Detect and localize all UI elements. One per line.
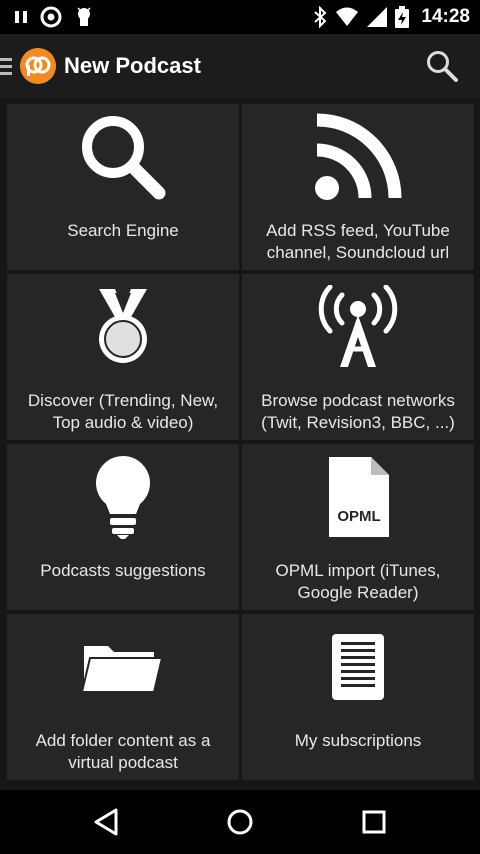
- home-button[interactable]: [220, 802, 260, 842]
- tile-label: Podcasts suggestions: [40, 561, 206, 580]
- podcast-addict-logo[interactable]: [20, 48, 56, 84]
- tile-label: Browse podcast networks (Twit, Revision3…: [261, 391, 455, 432]
- status-time: 14:28: [421, 6, 470, 27]
- tile-browse-networks[interactable]: Browse podcast networks (Twit, Revision3…: [242, 274, 474, 440]
- hamburger-menu-icon[interactable]: [0, 58, 12, 76]
- antenna-tower-icon: [318, 285, 398, 367]
- signal-icon: [367, 7, 388, 27]
- tile-add-rss-feed[interactable]: Add RSS feed, YouTube channel, Soundclou…: [242, 104, 474, 270]
- magnifier-icon: [82, 116, 166, 200]
- tile-label: Add RSS feed, YouTube channel, Soundclou…: [266, 221, 450, 262]
- back-button[interactable]: [86, 802, 126, 842]
- new-podcast-options-grid: Search Engine Add RSS feed, YouTube chan…: [0, 98, 480, 790]
- back-icon: [94, 808, 118, 836]
- app-bar: New Podcast: [0, 34, 480, 98]
- bluetooth-icon: [314, 6, 327, 28]
- opml-file-icon: OPML: [329, 457, 389, 537]
- home-icon: [227, 809, 253, 835]
- tile-label: Discover (Trending, New, Top audio & vid…: [27, 391, 219, 432]
- medal-icon: [99, 289, 147, 363]
- tile-opml-import[interactable]: OPML OPML import (iTunes, Google Reader): [242, 444, 474, 610]
- search-icon[interactable]: [424, 48, 460, 84]
- recents-button[interactable]: [354, 802, 394, 842]
- rss-icon: [315, 113, 402, 200]
- tile-label: Add folder content as a virtual podcast: [35, 731, 211, 772]
- tile-label: OPML import (iTunes, Google Reader): [275, 561, 441, 602]
- opml-icon-text: OPML: [337, 508, 380, 525]
- tile-discover[interactable]: Discover (Trending, New, Top audio & vid…: [7, 274, 239, 440]
- battery-charging-icon: [395, 6, 410, 28]
- lightbulb-icon: [95, 455, 151, 539]
- navigation-bar: [0, 790, 480, 854]
- tile-label: Search Engine: [67, 221, 179, 240]
- app-notification-icon: [40, 6, 62, 28]
- page-title: New Podcast: [64, 53, 201, 78]
- tile-label: My subscriptions: [294, 731, 422, 750]
- android-debug-icon: [77, 7, 91, 26]
- tile-folder-virtual-podcast[interactable]: Add folder content as a virtual podcast: [7, 614, 239, 780]
- recents-icon: [362, 810, 386, 834]
- status-bar: 14:28: [0, 0, 480, 34]
- tile-search-engine[interactable]: Search Engine: [7, 104, 239, 270]
- tile-my-subscriptions[interactable]: My subscriptions: [242, 614, 474, 780]
- folder-icon: [82, 646, 164, 693]
- tile-podcast-suggestions[interactable]: Podcasts suggestions: [7, 444, 239, 610]
- wifi-icon: [336, 7, 359, 26]
- list-document-icon: [332, 634, 384, 700]
- pause-icon: [15, 11, 27, 23]
